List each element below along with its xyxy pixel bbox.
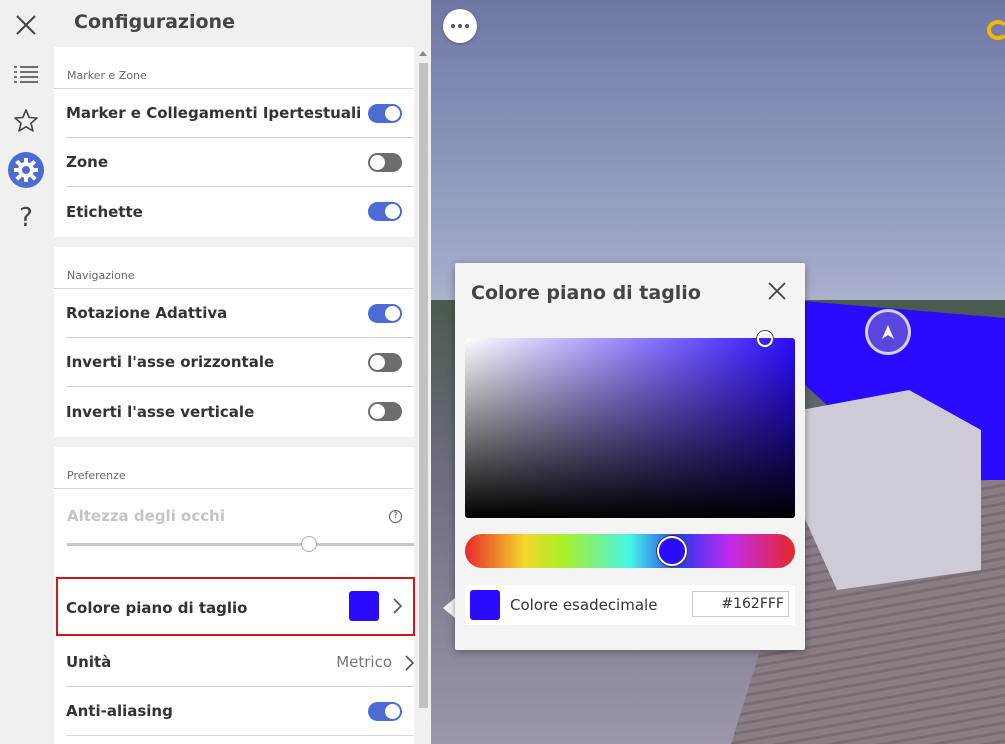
more-dots-icon[interactable] bbox=[443, 9, 477, 43]
sv-picker-handle[interactable] bbox=[757, 331, 773, 347]
toggle-markers[interactable] bbox=[368, 104, 402, 123]
slider-handle[interactable] bbox=[301, 536, 317, 552]
hue-handle[interactable] bbox=[657, 536, 687, 566]
setting-row-invert-vertical[interactable]: Inverti l'asse verticale bbox=[66, 387, 414, 436]
color-preview-swatch bbox=[470, 590, 500, 620]
gear-icon[interactable] bbox=[6, 150, 46, 190]
setting-row-antialias[interactable]: Anti-aliasing bbox=[66, 687, 414, 736]
scroll-up-icon[interactable] bbox=[419, 51, 427, 56]
setting-label: Etichette bbox=[66, 202, 143, 221]
saturation-brightness-area[interactable] bbox=[465, 331, 795, 518]
page-title: Configurazione bbox=[74, 11, 235, 33]
toggle-adaptive-rotation[interactable] bbox=[368, 304, 402, 323]
setting-label: Rotazione Adattiva bbox=[66, 304, 228, 322]
section-marker-zone: Marker e Zone Marker e Collegamenti Iper… bbox=[54, 47, 414, 237]
setting-label: Zone bbox=[66, 153, 109, 171]
question-circle-icon[interactable]: ? bbox=[389, 510, 402, 523]
toggle-labels[interactable] bbox=[368, 202, 402, 221]
hue-slider[interactable] bbox=[465, 534, 795, 568]
section-header: Marker e Zone bbox=[54, 47, 414, 89]
units-value: Metrico bbox=[336, 653, 392, 671]
eye-height-slider[interactable] bbox=[67, 536, 414, 552]
chevron-right-icon bbox=[393, 598, 402, 614]
section-header: Preferenze bbox=[54, 447, 414, 489]
color-swatch[interactable] bbox=[349, 591, 379, 621]
navigation-marker-icon[interactable] bbox=[865, 309, 911, 355]
toggle-invert-vertical[interactable] bbox=[368, 402, 402, 421]
close-icon[interactable] bbox=[763, 277, 791, 305]
toggle-invert-horizontal[interactable] bbox=[368, 353, 402, 372]
setting-row-markers[interactable]: Marker e Collegamenti Ipertestuali bbox=[66, 89, 414, 138]
scroll-thumb[interactable] bbox=[419, 63, 428, 708]
popup-pointer bbox=[443, 598, 455, 618]
toggle-antialias[interactable] bbox=[368, 702, 402, 721]
color-picker-dialog: Colore piano di taglio Colore esadecimal… bbox=[455, 263, 805, 650]
section-header: Navigazione bbox=[54, 247, 414, 289]
logo-icon bbox=[987, 20, 1005, 40]
section-navigation: Navigazione Rotazione Adattiva Inverti l… bbox=[54, 247, 414, 437]
hex-label: Colore esadecimale bbox=[510, 596, 658, 614]
setting-label: Marker e Collegamenti Ipertestuali bbox=[66, 104, 362, 122]
setting-row-zones[interactable]: Zone bbox=[66, 138, 414, 187]
setting-row-adaptive-rotation[interactable]: Rotazione Adattiva bbox=[66, 289, 414, 338]
setting-label: Colore piano di taglio bbox=[66, 599, 248, 617]
chevron-right-icon bbox=[405, 655, 414, 671]
setting-row-cut-color[interactable]: Colore piano di taglio bbox=[56, 577, 415, 636]
setting-label: Unità bbox=[66, 653, 112, 671]
setting-label: Anti-aliasing bbox=[66, 702, 173, 720]
dialog-title: Colore piano di taglio bbox=[471, 282, 701, 304]
settings-panel: Marker e Zone Marker e Collegamenti Iper… bbox=[53, 47, 431, 744]
setting-label: Inverti l'asse orizzontale bbox=[66, 353, 275, 371]
toggle-zones[interactable] bbox=[368, 153, 402, 172]
building-model bbox=[801, 390, 981, 590]
eye-height-label: Altezza degli occhi bbox=[67, 507, 225, 525]
help-icon[interactable]: ? bbox=[6, 198, 46, 238]
star-icon[interactable] bbox=[6, 101, 46, 141]
list-icon[interactable] bbox=[6, 54, 46, 94]
icon-rail: ? bbox=[0, 0, 53, 744]
setting-label: Inverti l'asse verticale bbox=[66, 402, 255, 421]
setting-row-labels[interactable]: Etichette bbox=[66, 187, 414, 236]
panel-scrollbar[interactable] bbox=[416, 47, 431, 744]
setting-row-units[interactable]: Unità Metrico bbox=[66, 638, 414, 687]
close-icon[interactable] bbox=[6, 5, 46, 45]
hex-input[interactable] bbox=[692, 591, 789, 617]
hex-color-row: Colore esadecimale bbox=[465, 585, 795, 625]
setting-row-invert-horizontal[interactable]: Inverti l'asse orizzontale bbox=[66, 338, 414, 387]
